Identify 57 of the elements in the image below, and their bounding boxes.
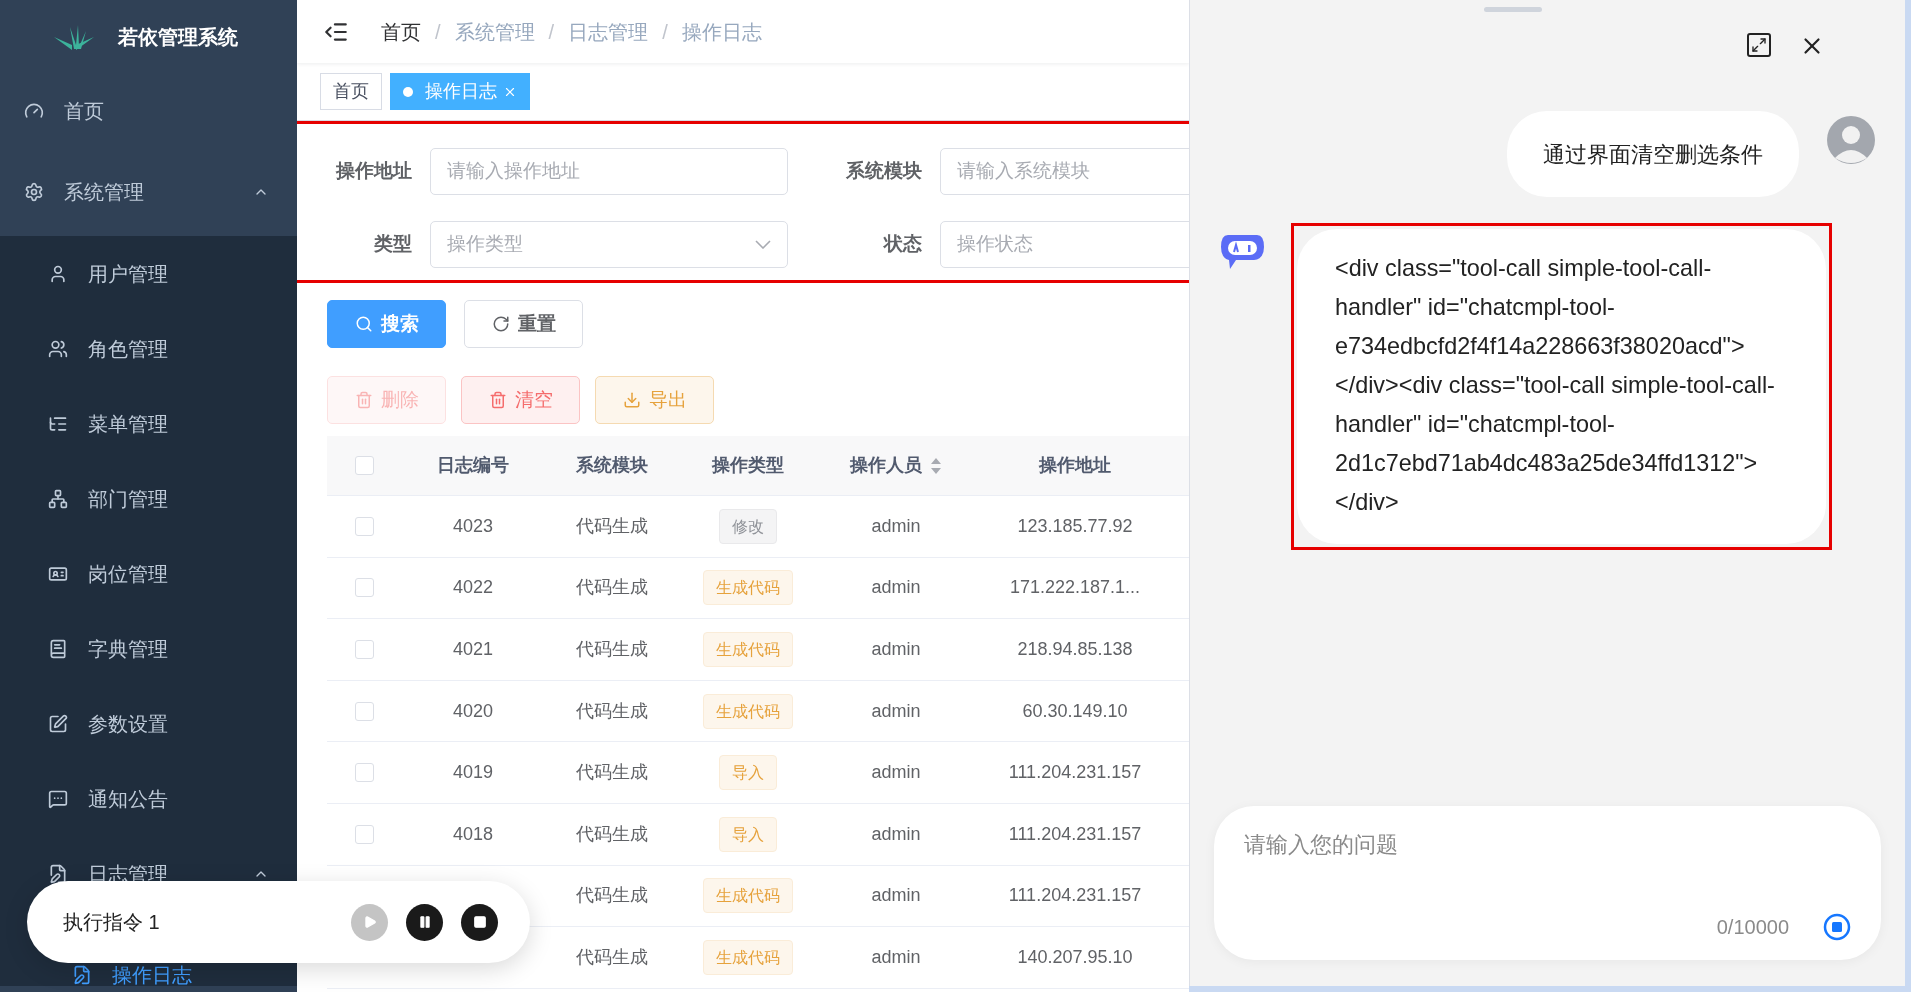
table-cell: 60.30.149.10 xyxy=(1022,700,1128,721)
filter-label: 系统模块 xyxy=(845,159,923,184)
type-tag: 导入 xyxy=(719,755,777,791)
table-cell: 代码生成 xyxy=(576,700,648,721)
column-header: 操作类型 xyxy=(712,454,784,477)
app-title: 若依管理系统 xyxy=(118,24,238,50)
table-cell: 140.207.95.10 xyxy=(1017,946,1133,967)
table-cell: admin xyxy=(871,639,921,659)
breadcrumb-separator: / xyxy=(662,19,668,45)
user-message: 通过界面清空删选条件 xyxy=(1507,111,1799,197)
column-header: 日志编号 xyxy=(437,454,509,477)
bot-message: <div class="tool-call simple-tool-call-handler" id="chatcmpl-tool-e734edbcfd2f4f14a228663f38020acd"></div><div class="tool-call simple-tool-call-handler" id="chatcmpl-tool-2d1c7ebd71ab4dc483a25de34ffd1312"></div> xyxy=(1297,229,1826,544)
table-cell: 代码生成 xyxy=(576,885,648,906)
type-tag: 生成代码 xyxy=(703,878,793,914)
table-cell: 4022 xyxy=(452,577,493,598)
table-cell: admin xyxy=(871,823,921,844)
column-header: 系统模块 xyxy=(576,454,648,477)
table-cell: admin xyxy=(871,885,921,906)
input-placeholder: 请输入您的问题 xyxy=(1244,831,1399,859)
table-cell: 代码生成 xyxy=(576,515,648,536)
type-tag: 生成代码 xyxy=(703,693,793,729)
table-cell: 111.204.231.157 xyxy=(1008,762,1142,783)
command-label: 执行指令 1 xyxy=(63,910,161,935)
table-cell: 代码生成 xyxy=(576,823,648,844)
table-cell: 4018 xyxy=(452,823,493,844)
breadcrumb-item: 操作日志 xyxy=(681,19,762,45)
breadcrumb-separator: / xyxy=(435,19,441,45)
table-cell: 123.185.77.92 xyxy=(1017,515,1133,536)
type-tag: 修改 xyxy=(719,508,777,544)
type-tag: 生成代码 xyxy=(703,939,793,975)
type-tag: 生成代码 xyxy=(703,570,793,606)
table-cell: 代码生成 xyxy=(576,639,648,659)
table-cell: 171.222.187.1... xyxy=(1009,577,1141,598)
table-cell: 218.94.85.138 xyxy=(1017,639,1133,659)
table-cell: 4021 xyxy=(452,639,493,659)
table-cell: admin xyxy=(871,946,921,967)
column-header: 操作人员 xyxy=(850,454,922,477)
column-header: 操作地址 xyxy=(1039,454,1111,477)
filter-label: 操作地址 xyxy=(334,159,413,184)
filter-label: 状态 xyxy=(882,232,923,257)
table-cell: admin xyxy=(871,762,921,783)
table-cell: 4023 xyxy=(452,515,493,536)
breadcrumb-separator: / xyxy=(548,19,555,45)
table-cell: 111.204.231.157 xyxy=(1008,823,1142,844)
char-counter: 0/10000 xyxy=(1716,915,1789,940)
table-cell: admin xyxy=(871,700,921,721)
table-cell: 代码生成 xyxy=(576,577,648,598)
filter-label: 类型 xyxy=(373,232,413,257)
table-cell: 代码生成 xyxy=(576,762,648,783)
type-tag: 导入 xyxy=(719,816,777,852)
table-cell: admin xyxy=(871,515,921,536)
table-cell: 4019 xyxy=(452,762,493,783)
type-tag: 生成代码 xyxy=(703,632,793,667)
table-cell: 111.204.231.157 xyxy=(1008,885,1142,906)
table-cell: 代码生成 xyxy=(576,946,648,967)
table-cell: admin xyxy=(871,577,921,598)
table-cell: 4020 xyxy=(452,700,493,721)
